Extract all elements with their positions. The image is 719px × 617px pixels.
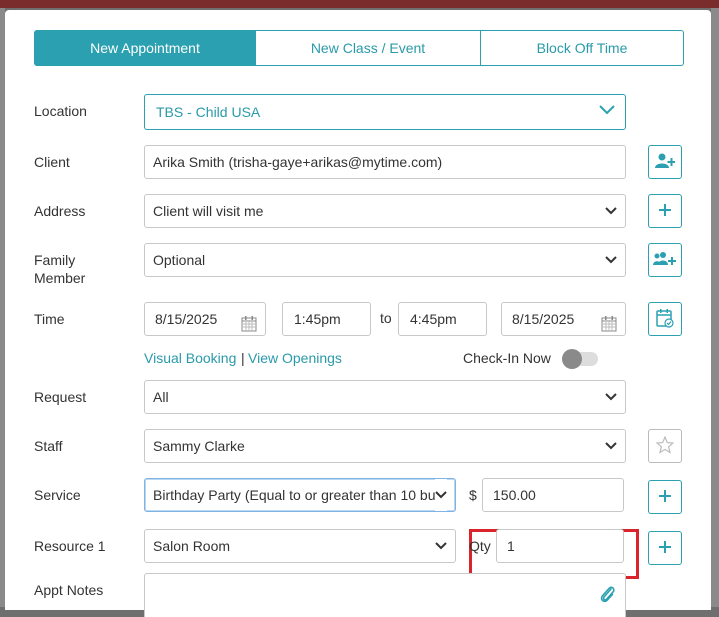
currency-symbol: $: [469, 487, 477, 503]
service-value: Birthday Party (Equal to or greater than…: [153, 487, 440, 503]
plus-icon: [659, 489, 671, 505]
chevron-down-icon: [435, 479, 447, 511]
end-time-input[interactable]: 4:45pm: [398, 302, 487, 336]
plus-icon: [659, 203, 671, 219]
links-separator: |: [241, 350, 245, 366]
address-value: Client will visit me: [153, 203, 264, 219]
calendar-icon: [241, 311, 257, 335]
add-client-button[interactable]: [648, 145, 682, 179]
end-date-input[interactable]: 8/15/2025: [501, 302, 626, 336]
appointment-type-tabs: New Appointment New Class / Event Block …: [34, 30, 684, 66]
request-select[interactable]: All: [144, 380, 626, 414]
price-input[interactable]: 150.00: [482, 478, 624, 512]
favorite-staff-button[interactable]: [648, 429, 682, 463]
end-date-value: 8/15/2025: [512, 311, 575, 327]
location-value: TBS - Child USA: [156, 104, 261, 120]
appt-notes-textarea[interactable]: [144, 573, 626, 617]
client-input[interactable]: Arika Smith (trisha-gaye+arikas@mytime.c…: [144, 145, 626, 179]
start-time-input[interactable]: 1:45pm: [282, 302, 371, 336]
add-address-button[interactable]: [648, 194, 682, 228]
start-date-value: 8/15/2025: [155, 311, 218, 327]
family-member-value: Optional: [153, 252, 206, 268]
resource-select[interactable]: Salon Room: [144, 529, 456, 563]
staff-value: Sammy Clarke: [153, 438, 245, 454]
add-resource-button[interactable]: [648, 531, 682, 565]
background-page-right: [711, 8, 719, 607]
star-icon: [655, 434, 675, 457]
add-client-icon: [655, 153, 676, 172]
staff-label: Staff: [34, 438, 63, 454]
tab-block-off-time[interactable]: Block Off Time: [481, 30, 684, 66]
time-to-label: to: [380, 310, 392, 326]
tab-new-appointment[interactable]: New Appointment: [34, 30, 256, 66]
calendar-icon: [601, 311, 617, 335]
add-family-member-button[interactable]: [648, 243, 682, 277]
visual-booking-link[interactable]: Visual Booking: [144, 350, 236, 366]
family-label-line2: Member: [34, 270, 86, 286]
request-value: All: [153, 389, 169, 405]
chevron-down-icon: [599, 95, 615, 127]
qty-input[interactable]: 1: [496, 529, 624, 563]
add-service-button[interactable]: [648, 480, 682, 514]
appointment-modal: New Appointment New Class / Event Block …: [5, 10, 711, 617]
family-label-line1: Family: [34, 252, 76, 268]
calendar-check-icon: [656, 308, 674, 331]
resource-value: Salon Room: [153, 538, 231, 554]
client-label: Client: [34, 154, 70, 170]
background-header-strip: [0, 0, 719, 8]
add-family-icon: [653, 251, 677, 270]
plus-icon: [659, 540, 671, 556]
start-date-input[interactable]: 8/15/2025: [144, 302, 266, 336]
time-label: Time: [34, 311, 65, 327]
service-select[interactable]: Birthday Party (Equal to or greater than…: [144, 478, 456, 512]
chevron-down-icon: [435, 530, 447, 562]
calendar-check-button[interactable]: [648, 302, 682, 336]
service-label: Service: [34, 487, 81, 503]
location-select[interactable]: TBS - Child USA: [144, 94, 626, 130]
chevron-down-icon: [605, 195, 617, 227]
chevron-down-icon: [605, 244, 617, 276]
family-member-select[interactable]: Optional: [144, 243, 626, 277]
tab-new-class-event[interactable]: New Class / Event: [256, 30, 481, 66]
qty-label: Qty: [469, 538, 491, 554]
family-member-label: Family Member: [34, 251, 85, 287]
check-in-label: Check-In Now: [463, 350, 551, 366]
toggle-knob: [562, 349, 582, 369]
check-in-toggle[interactable]: [562, 349, 598, 369]
paperclip-icon[interactable]: [599, 584, 617, 616]
location-label: Location: [34, 103, 87, 119]
view-openings-link[interactable]: View Openings: [248, 350, 342, 366]
resource-label: Resource 1: [34, 538, 106, 554]
chevron-down-icon: [605, 381, 617, 413]
chevron-down-icon: [605, 430, 617, 462]
address-label: Address: [34, 203, 86, 219]
appt-notes-label: Appt Notes: [34, 582, 104, 598]
staff-select[interactable]: Sammy Clarke: [144, 429, 626, 463]
request-label: Request: [34, 389, 87, 405]
address-select[interactable]: Client will visit me: [144, 194, 626, 228]
